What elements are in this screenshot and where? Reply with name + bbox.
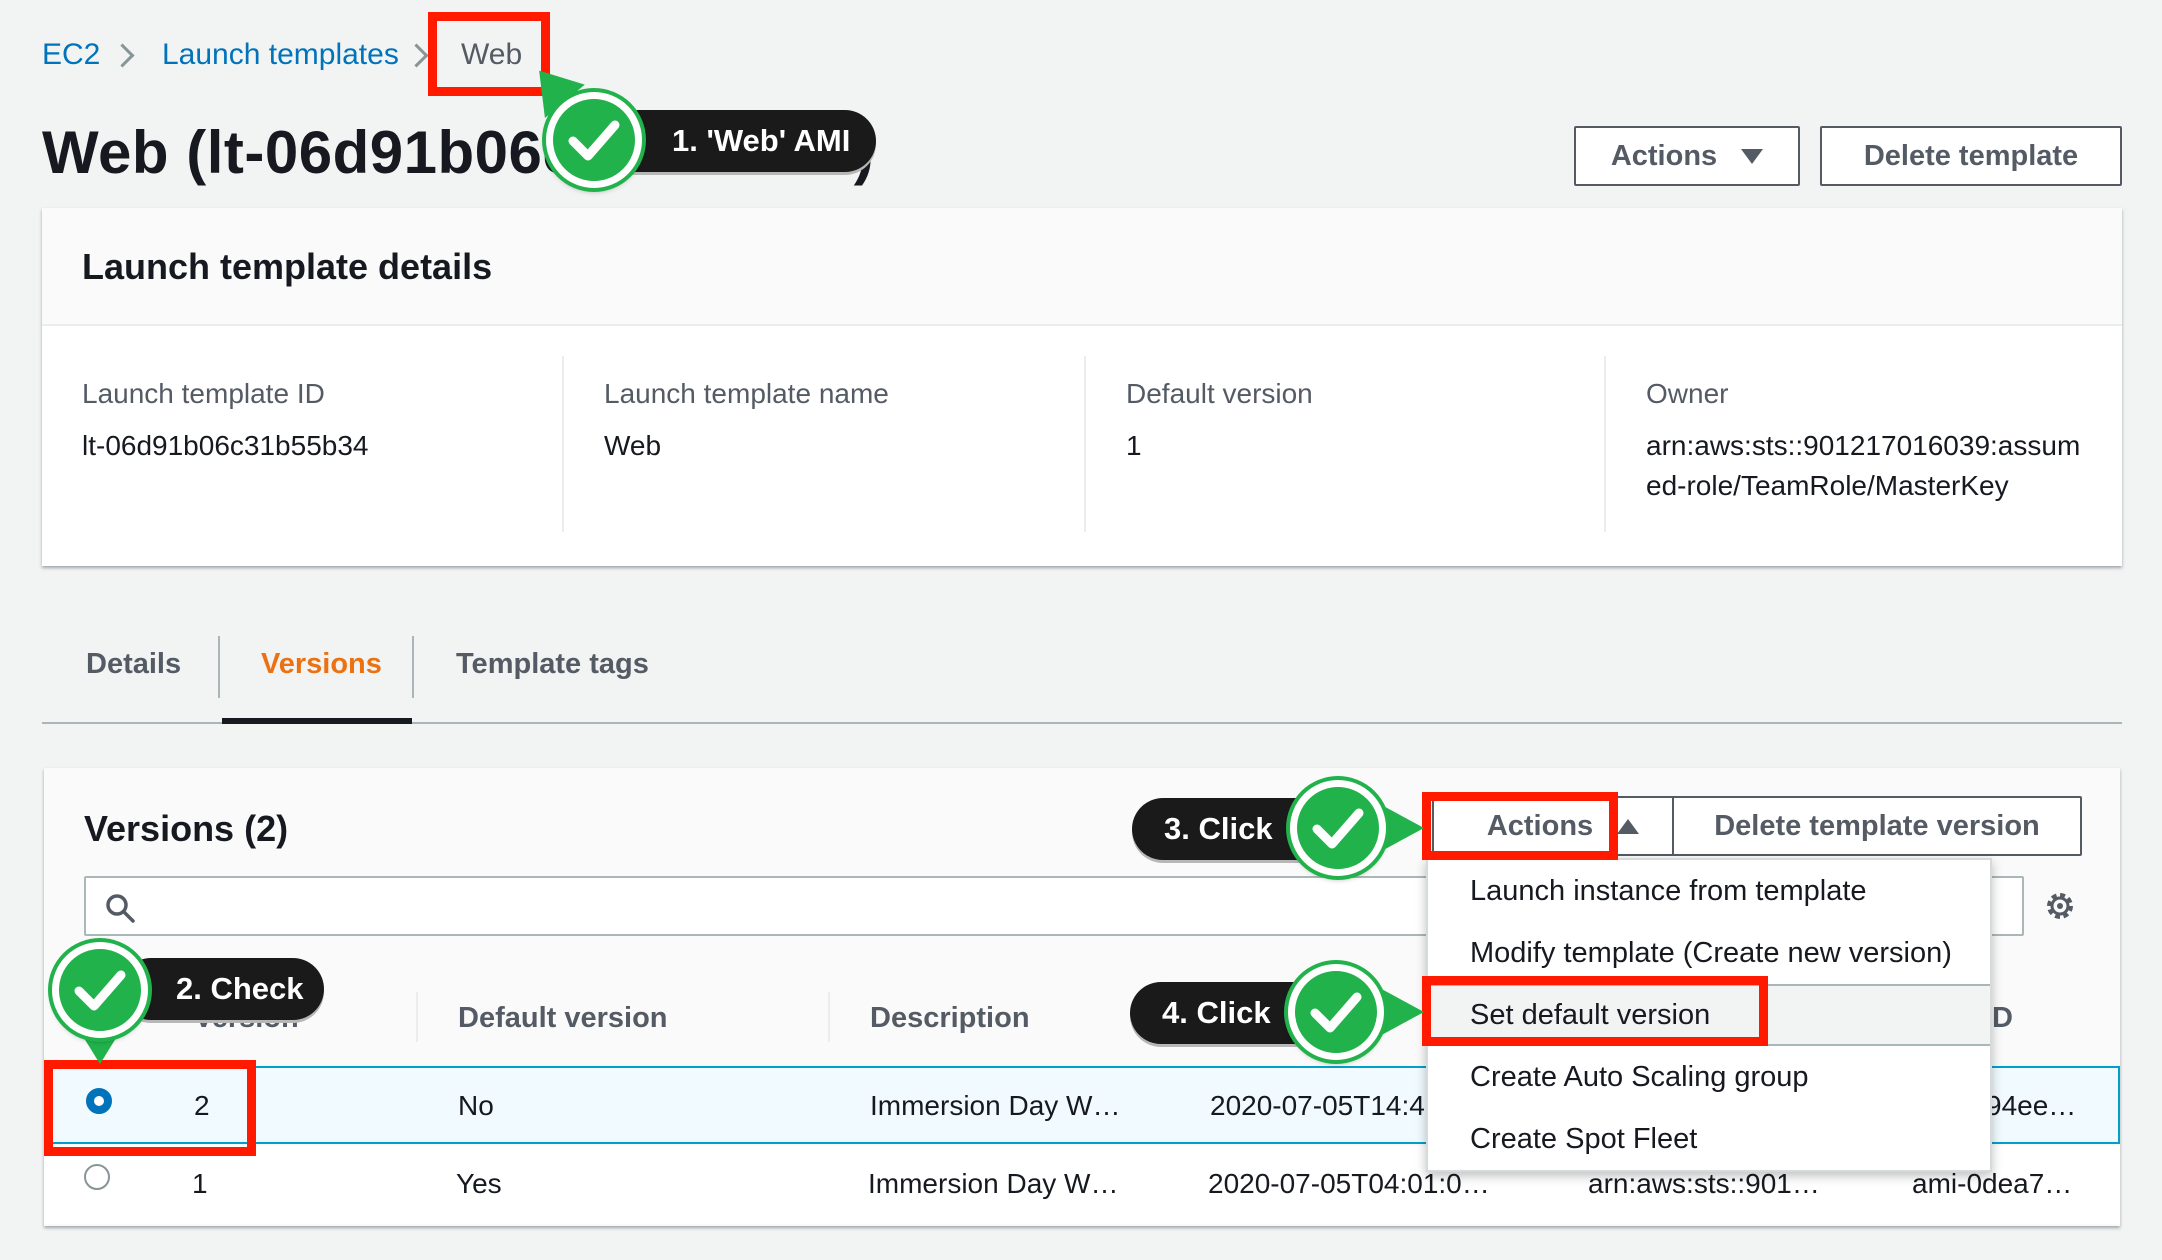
details-panel-title: Launch template details xyxy=(82,246,493,287)
cell-default: Yes xyxy=(456,1168,502,1199)
check-badge-step-2 xyxy=(52,942,148,1038)
owner-value: arn:aws:sts::901217016039:assum ed-role/… xyxy=(1646,426,2080,506)
template-id-value: lt-06d91b06c31b55b34 xyxy=(82,430,369,461)
check-badge-step-4 xyxy=(1288,964,1384,1060)
tab-details[interactable]: Details xyxy=(86,648,181,681)
row-radio[interactable] xyxy=(84,1164,110,1190)
check-badge-step-1 xyxy=(546,92,642,188)
template-name-value: Web xyxy=(604,430,662,461)
menu-item-create-auto-scaling-group[interactable]: Create Auto Scaling group xyxy=(1428,1046,1990,1108)
check-icon xyxy=(568,120,620,161)
divider xyxy=(1084,356,1086,532)
cell-owner: arn:aws:sts::901… xyxy=(1588,1168,1820,1199)
breadcrumb-ec2-link[interactable]: EC2 xyxy=(42,38,100,72)
column-divider xyxy=(828,992,830,1042)
cell-default: No xyxy=(458,1090,494,1121)
check-icon xyxy=(74,970,126,1011)
highlight-actions-button xyxy=(1422,792,1618,860)
actions-label: Actions xyxy=(1610,139,1718,172)
callout-step-1-text: 1. 'Web' AMI xyxy=(672,123,851,158)
cell-ami: ami-0dea7… xyxy=(1912,1168,2073,1199)
cell-version: 1 xyxy=(192,1168,208,1199)
callout-step-4-text: 4. Click xyxy=(1162,995,1271,1030)
template-name-label: Launch template name xyxy=(604,378,889,409)
callout-step-2-text: 2. Check xyxy=(176,971,304,1006)
tab-template-tags[interactable]: Template tags xyxy=(456,648,649,681)
breadcrumb-launch-templates-link[interactable]: Launch templates xyxy=(162,38,399,72)
divider xyxy=(562,356,564,532)
tab-versions[interactable]: Versions xyxy=(261,648,382,681)
check-icon xyxy=(1310,992,1362,1033)
owner-label: Owner xyxy=(1646,378,1729,409)
cell-created: 2020-07-05T04:01:0… xyxy=(1208,1168,1490,1199)
active-tab-indicator xyxy=(222,718,412,724)
gear-icon[interactable] xyxy=(2042,888,2078,929)
cell-description: Immersion Day W… xyxy=(870,1090,1121,1121)
actions-dropdown-button[interactable]: Actions xyxy=(1574,126,1800,186)
menu-item-launch-instance[interactable]: Launch instance from template xyxy=(1428,860,1990,922)
column-default-version[interactable]: Default version xyxy=(458,1002,668,1035)
chevron-right-icon xyxy=(404,43,429,68)
delete-template-button[interactable]: Delete template xyxy=(1820,126,2122,186)
tab-divider xyxy=(218,636,220,698)
column-description[interactable]: Description xyxy=(870,1002,1030,1035)
panel-header: Launch template details xyxy=(42,208,2122,326)
column-divider xyxy=(416,992,418,1042)
cell-description: Immersion Day W… xyxy=(868,1168,1119,1199)
cell-created: 2020-07-05T14:4 xyxy=(1210,1090,1425,1121)
cell-ami: 94ee… xyxy=(1986,1090,2077,1121)
chevron-right-icon xyxy=(110,43,135,68)
highlight-selected-row xyxy=(44,1060,256,1156)
menu-item-create-spot-fleet[interactable]: Create Spot Fleet xyxy=(1428,1108,1990,1170)
versions-title: Versions (2) xyxy=(84,808,289,849)
default-version-label: Default version xyxy=(1126,378,1313,409)
highlight-set-default-version xyxy=(1422,976,1768,1046)
callout-step-3-text: 3. Click xyxy=(1164,811,1273,846)
template-id-label: Launch template ID xyxy=(82,378,325,409)
caret-down-icon xyxy=(1741,148,1764,164)
default-version-value: 1 xyxy=(1126,430,1142,461)
owner-value-line2: ed-role/TeamRole/MasterKey xyxy=(1646,470,2009,501)
divider xyxy=(1604,356,1606,532)
caret-up-icon xyxy=(1617,818,1640,834)
menu-item-modify-template[interactable]: Modify template (Create new version) xyxy=(1428,922,1990,984)
callout-step-2: 2. Check xyxy=(120,958,324,1020)
delete-template-version-button[interactable]: Delete template version xyxy=(1672,796,2082,856)
owner-value-line1: arn:aws:sts::901217016039:assum xyxy=(1646,430,2081,461)
tab-divider xyxy=(412,636,414,698)
search-icon xyxy=(104,892,136,929)
check-icon xyxy=(1312,808,1364,849)
check-badge-step-3 xyxy=(1290,780,1386,876)
launch-template-details-panel: Launch template details Launch template … xyxy=(42,208,2122,566)
